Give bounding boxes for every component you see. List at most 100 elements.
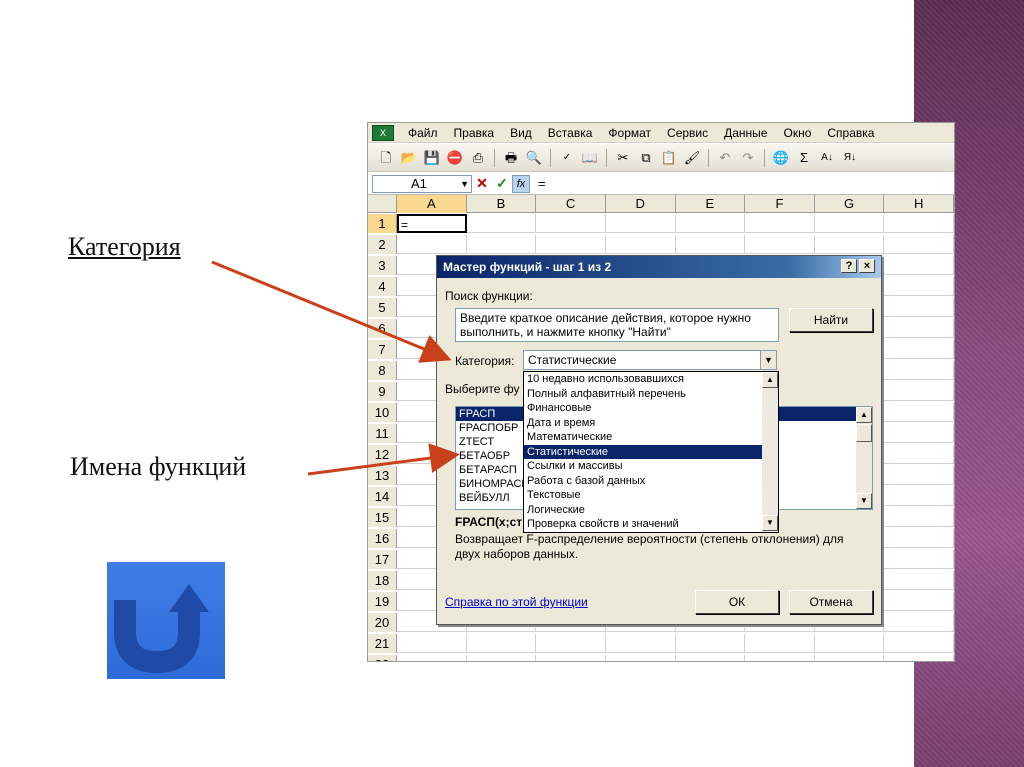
undo-icon[interactable]: ↶: [715, 148, 735, 168]
active-cell[interactable]: =: [397, 214, 467, 233]
cell[interactable]: [536, 634, 606, 653]
sort-ascending-icon[interactable]: А↓: [817, 148, 837, 168]
cell[interactable]: [745, 634, 815, 653]
category-dropdown-list[interactable]: 10 недавно использовавшихся Полный алфави…: [523, 371, 779, 533]
open-folder-icon[interactable]: 📂: [399, 148, 419, 168]
cell[interactable]: [606, 235, 676, 254]
preview-icon[interactable]: 🔍: [524, 148, 544, 168]
category-option[interactable]: Работа с базой данных: [524, 474, 778, 489]
cell[interactable]: [745, 655, 815, 661]
cell[interactable]: [536, 655, 606, 661]
cell[interactable]: [884, 613, 954, 632]
cell[interactable]: [815, 634, 885, 653]
row-header[interactable]: 12: [368, 445, 397, 464]
row-header[interactable]: 9: [368, 382, 397, 401]
column-header[interactable]: H: [884, 195, 954, 213]
column-header[interactable]: D: [606, 195, 676, 213]
redo-icon[interactable]: ↷: [738, 148, 758, 168]
cell[interactable]: [467, 235, 537, 254]
row-header[interactable]: 15: [368, 508, 397, 527]
row-header[interactable]: 2: [368, 235, 397, 254]
cancel-button[interactable]: Отмена: [789, 590, 873, 614]
cell[interactable]: [884, 298, 954, 317]
chevron-down-icon[interactable]: ▼: [760, 351, 776, 369]
row-header[interactable]: 19: [368, 592, 397, 611]
row-header[interactable]: 11: [368, 424, 397, 443]
menu-file[interactable]: Файл: [400, 126, 446, 140]
format-painter-icon[interactable]: 🖌: [682, 148, 702, 168]
cell[interactable]: [884, 403, 954, 422]
ok-button[interactable]: ОК: [695, 590, 779, 614]
research-icon[interactable]: 📖: [580, 148, 600, 168]
category-option[interactable]: Дата и время: [524, 416, 778, 431]
scroll-thumb[interactable]: [856, 424, 872, 442]
cell[interactable]: [884, 445, 954, 464]
cell[interactable]: [884, 340, 954, 359]
category-option[interactable]: Логические: [524, 503, 778, 518]
cell[interactable]: [884, 256, 954, 275]
scroll-down-icon[interactable]: ▼: [856, 493, 872, 509]
select-all-corner[interactable]: [368, 195, 398, 213]
autosum-icon[interactable]: Σ: [794, 148, 814, 168]
cell[interactable]: [467, 214, 537, 233]
save-icon[interactable]: 💾: [422, 148, 442, 168]
cell[interactable]: [884, 235, 954, 254]
cell[interactable]: [884, 508, 954, 527]
back-button[interactable]: [107, 562, 225, 679]
row-header[interactable]: 7: [368, 340, 397, 359]
row-header[interactable]: 6: [368, 319, 397, 338]
row-header[interactable]: 13: [368, 466, 397, 485]
cell[interactable]: [397, 235, 467, 254]
cell[interactable]: [676, 235, 746, 254]
category-option[interactable]: Полный алфавитный перечень: [524, 387, 778, 402]
row-header[interactable]: 22: [368, 655, 397, 661]
insert-function-icon[interactable]: fx: [512, 174, 530, 193]
cell[interactable]: [884, 550, 954, 569]
category-select[interactable]: Статистические ▼: [523, 350, 777, 370]
cell[interactable]: [676, 634, 746, 653]
cell[interactable]: [884, 382, 954, 401]
cell[interactable]: [884, 487, 954, 506]
cell[interactable]: [467, 655, 537, 661]
row-header[interactable]: 18: [368, 571, 397, 590]
cell[interactable]: [884, 634, 954, 653]
scroll-up-icon[interactable]: ▲: [856, 407, 872, 423]
scroll-down-icon[interactable]: ▼: [762, 515, 778, 531]
print-icon[interactable]: 🖶: [501, 148, 521, 168]
menu-tools[interactable]: Сервис: [659, 126, 716, 140]
cell[interactable]: [397, 634, 467, 653]
category-option[interactable]: Математические: [524, 430, 778, 445]
column-header[interactable]: E: [676, 195, 746, 213]
cell[interactable]: [884, 571, 954, 590]
print-preview-icon[interactable]: ⎙: [468, 148, 488, 168]
hyperlink-icon[interactable]: 🌐: [771, 148, 791, 168]
cell[interactable]: [815, 214, 885, 233]
row-header[interactable]: 1: [368, 214, 397, 233]
category-option[interactable]: Финансовые: [524, 401, 778, 416]
column-header[interactable]: B: [467, 195, 537, 213]
cell[interactable]: [676, 655, 746, 661]
help-icon[interactable]: ?: [841, 259, 857, 273]
confirm-entry-icon[interactable]: ✓: [492, 175, 512, 192]
cancel-entry-icon[interactable]: ✕: [472, 175, 492, 192]
cell[interactable]: [884, 214, 954, 233]
close-icon[interactable]: ×: [859, 259, 875, 273]
menu-edit[interactable]: Правка: [446, 126, 503, 140]
menu-help[interactable]: Справка: [819, 126, 882, 140]
cell[interactable]: [467, 634, 537, 653]
row-header[interactable]: 21: [368, 634, 397, 653]
cell[interactable]: [606, 634, 676, 653]
cell[interactable]: [536, 235, 606, 254]
chevron-down-icon[interactable]: ▼: [460, 176, 469, 192]
category-dropdown-scrollbar[interactable]: ▲ ▼: [762, 372, 778, 532]
cell[interactable]: [606, 214, 676, 233]
cell[interactable]: [815, 655, 885, 661]
row-header[interactable]: 5: [368, 298, 397, 317]
column-header[interactable]: G: [815, 195, 885, 213]
cell[interactable]: [884, 277, 954, 296]
cell[interactable]: [397, 655, 467, 661]
menu-format[interactable]: Формат: [600, 126, 659, 140]
category-option[interactable]: 10 недавно использовавшихся: [524, 372, 778, 387]
row-header[interactable]: 3: [368, 256, 397, 275]
cell[interactable]: [884, 319, 954, 338]
